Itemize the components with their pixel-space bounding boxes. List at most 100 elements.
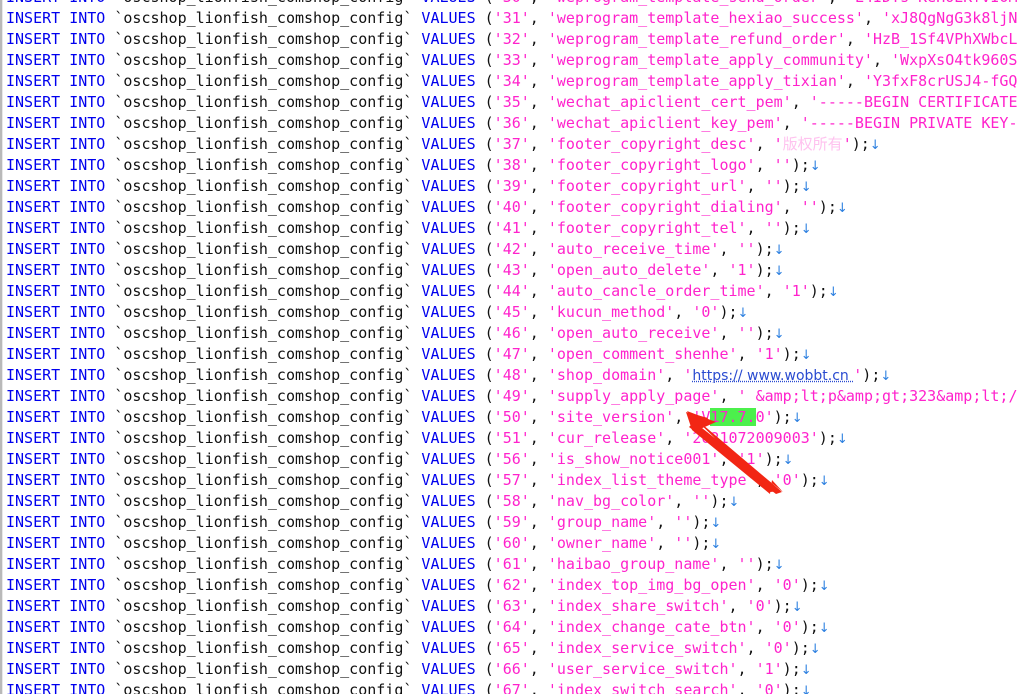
sql-insert-row[interactable]: INSERT INTO `oscshop_lionfish_comshop_co… xyxy=(6,680,1017,694)
sql-code-area[interactable]: INSERT INTO `oscshop_lionfish_comshop_co… xyxy=(6,0,1017,694)
sql-keyword-insert-into: INSERT INTO xyxy=(6,156,106,174)
sql-insert-row[interactable]: INSERT INTO `oscshop_lionfish_comshop_co… xyxy=(6,407,1017,428)
sql-row-id: '51' xyxy=(493,429,530,447)
sql-keyword-insert-into: INSERT INTO xyxy=(6,408,106,426)
newline-marker-icon: ↓ xyxy=(737,306,749,321)
sql-config-value: '' xyxy=(800,198,819,216)
sql-insert-row[interactable]: INSERT INTO `oscshop_lionfish_comshop_co… xyxy=(6,281,1017,302)
sql-insert-row[interactable]: INSERT INTO `oscshop_lionfish_comshop_co… xyxy=(6,134,1017,155)
sql-table-name: `oscshop_lionfish_comshop_config` xyxy=(114,303,413,321)
shop-domain-link[interactable]: https:// www.wobbt.cn xyxy=(692,368,853,384)
sql-keyword-insert-into: INSERT INTO xyxy=(6,681,106,694)
newline-marker-icon: ↓ xyxy=(800,222,812,237)
sql-config-value: '0' xyxy=(773,576,801,594)
sql-insert-row[interactable]: INSERT INTO `oscshop_lionfish_comshop_co… xyxy=(6,197,1017,218)
sql-config-value: '' xyxy=(737,324,756,342)
sql-insert-row[interactable]: INSERT INTO `oscshop_lionfish_comshop_co… xyxy=(6,428,1017,449)
sql-row-id: '33' xyxy=(493,51,530,69)
sql-table-name: `oscshop_lionfish_comshop_config` xyxy=(114,282,413,300)
sql-keyword-insert-into: INSERT INTO xyxy=(6,282,106,300)
sql-keyword-insert-into: INSERT INTO xyxy=(6,513,106,531)
sql-insert-row[interactable]: INSERT INTO `oscshop_lionfish_comshop_co… xyxy=(6,92,1017,113)
sql-text-editor[interactable]: INSERT INTO `oscshop_lionfish_comshop_co… xyxy=(0,0,1017,694)
sql-keyword-insert-into: INSERT INTO xyxy=(6,198,106,216)
sql-insert-row[interactable]: INSERT INTO `oscshop_lionfish_comshop_co… xyxy=(6,596,1017,617)
sql-keyword-insert-into: INSERT INTO xyxy=(6,618,106,636)
sql-config-key: 'haibao_group_name' xyxy=(547,555,720,573)
sql-config-key: 'index_service_switch' xyxy=(547,639,747,657)
sql-row-id: '38' xyxy=(493,156,530,174)
sql-insert-row[interactable]: INSERT INTO `oscshop_lionfish_comshop_co… xyxy=(6,554,1017,575)
sql-config-key: 'open_auto_delete' xyxy=(547,261,711,279)
sql-config-value: '0' xyxy=(764,639,792,657)
sql-insert-row[interactable]: INSERT INTO `oscshop_lionfish_comshop_co… xyxy=(6,29,1017,50)
sql-keyword-insert-into: INSERT INTO xyxy=(6,492,106,510)
newline-marker-icon: ↓ xyxy=(800,180,812,195)
newline-marker-icon: ↓ xyxy=(773,558,785,573)
sql-config-value: 'WxpXsO4tk960SfQBKvbOoT9MOnx' xyxy=(891,51,1017,69)
sql-insert-row[interactable]: INSERT INTO `oscshop_lionfish_comshop_co… xyxy=(6,512,1017,533)
sql-insert-row[interactable]: INSERT INTO `oscshop_lionfish_comshop_co… xyxy=(6,50,1017,71)
sql-row-id: '48' xyxy=(493,366,530,384)
sql-config-value: '0' xyxy=(773,471,801,489)
sql-config-value: '1' xyxy=(728,261,756,279)
sql-config-value: '1' xyxy=(755,660,783,678)
sql-keyword-insert-into: INSERT INTO xyxy=(6,660,106,678)
sql-insert-row[interactable]: INSERT INTO `oscshop_lionfish_comshop_co… xyxy=(6,218,1017,239)
sql-table-name: `oscshop_lionfish_comshop_config` xyxy=(114,597,413,615)
sql-table-name: `oscshop_lionfish_comshop_config` xyxy=(114,618,413,636)
sql-config-key: 'open_comment_shenhe' xyxy=(547,345,738,363)
sql-insert-row[interactable]: INSERT INTO `oscshop_lionfish_comshop_co… xyxy=(6,0,1017,8)
sql-keyword-values: VALUES xyxy=(421,198,476,216)
sql-insert-row[interactable]: INSERT INTO `oscshop_lionfish_comshop_co… xyxy=(6,533,1017,554)
sql-insert-row[interactable]: INSERT INTO `oscshop_lionfish_comshop_co… xyxy=(6,323,1017,344)
sql-insert-row[interactable]: INSERT INTO `oscshop_lionfish_comshop_co… xyxy=(6,113,1017,134)
sql-row-id: '65' xyxy=(493,639,530,657)
sql-insert-row[interactable]: INSERT INTO `oscshop_lionfish_comshop_co… xyxy=(6,344,1017,365)
sql-insert-row[interactable]: INSERT INTO `oscshop_lionfish_comshop_co… xyxy=(6,260,1017,281)
sql-keyword-values: VALUES xyxy=(421,219,476,237)
sql-config-key: 'index_top_img_bg_open' xyxy=(547,576,756,594)
sql-config-key: 'weprogram_template_refund_order' xyxy=(547,30,846,48)
sql-insert-row[interactable]: INSERT INTO `oscshop_lionfish_comshop_co… xyxy=(6,659,1017,680)
sql-insert-row[interactable]: INSERT INTO `oscshop_lionfish_comshop_co… xyxy=(6,302,1017,323)
sql-insert-row[interactable]: INSERT INTO `oscshop_lionfish_comshop_co… xyxy=(6,386,1017,407)
sql-insert-row[interactable]: INSERT INTO `oscshop_lionfish_comshop_co… xyxy=(6,638,1017,659)
sql-config-key: 'auto_receive_time' xyxy=(547,240,720,258)
sql-config-value: 'Y3fxF8crUSJ4-fGQuBunl-5oabAky5' xyxy=(863,72,1017,90)
sql-config-key: 'site_version' xyxy=(547,408,675,426)
sql-insert-row[interactable]: INSERT INTO `oscshop_lionfish_comshop_co… xyxy=(6,176,1017,197)
sql-keyword-values: VALUES xyxy=(421,51,476,69)
sql-config-key: 'nav_bg_color' xyxy=(547,492,675,510)
sql-config-value: '' xyxy=(674,534,693,552)
sql-table-name: `oscshop_lionfish_comshop_config` xyxy=(114,177,413,195)
sql-config-key: 'footer_copyright_desc' xyxy=(547,135,756,153)
sql-keyword-insert-into: INSERT INTO xyxy=(6,597,106,615)
sql-config-key: 'index_share_switch' xyxy=(547,597,729,615)
sql-keyword-values: VALUES xyxy=(421,618,476,636)
sql-insert-row[interactable]: INSERT INTO `oscshop_lionfish_comshop_co… xyxy=(6,617,1017,638)
sql-keyword-insert-into: INSERT INTO xyxy=(6,240,106,258)
sql-config-key: 'supply_apply_page' xyxy=(547,387,720,405)
sql-insert-row[interactable]: INSERT INTO `oscshop_lionfish_comshop_co… xyxy=(6,8,1017,29)
sql-keyword-insert-into: INSERT INTO xyxy=(6,576,106,594)
newline-marker-icon: ↓ xyxy=(791,411,803,426)
sql-keyword-values: VALUES xyxy=(421,345,476,363)
sql-insert-row[interactable]: INSERT INTO `oscshop_lionfish_comshop_co… xyxy=(6,470,1017,491)
sql-insert-row[interactable]: INSERT INTO `oscshop_lionfish_comshop_co… xyxy=(6,575,1017,596)
newline-marker-icon: ↓ xyxy=(710,516,722,531)
sql-insert-row[interactable]: INSERT INTO `oscshop_lionfish_comshop_co… xyxy=(6,491,1017,512)
sql-insert-row[interactable]: INSERT INTO `oscshop_lionfish_comshop_co… xyxy=(6,365,1017,386)
sql-insert-row[interactable]: INSERT INTO `oscshop_lionfish_comshop_co… xyxy=(6,155,1017,176)
newline-marker-icon: ↓ xyxy=(818,621,830,636)
sql-config-value: '0' xyxy=(692,303,720,321)
sql-table-name: `oscshop_lionfish_comshop_config` xyxy=(114,576,413,594)
sql-table-name: `oscshop_lionfish_comshop_config` xyxy=(114,492,413,510)
sql-keyword-insert-into: INSERT INTO xyxy=(6,72,106,90)
sql-row-id: '49' xyxy=(493,387,530,405)
sql-config-key: 'owner_name' xyxy=(547,534,657,552)
sql-insert-row[interactable]: INSERT INTO `oscshop_lionfish_comshop_co… xyxy=(6,239,1017,260)
sql-insert-row[interactable]: INSERT INTO `oscshop_lionfish_comshop_co… xyxy=(6,449,1017,470)
sql-insert-row[interactable]: INSERT INTO `oscshop_lionfish_comshop_co… xyxy=(6,71,1017,92)
sql-config-key: 'wechat_apiclient_key_pem' xyxy=(547,114,783,132)
